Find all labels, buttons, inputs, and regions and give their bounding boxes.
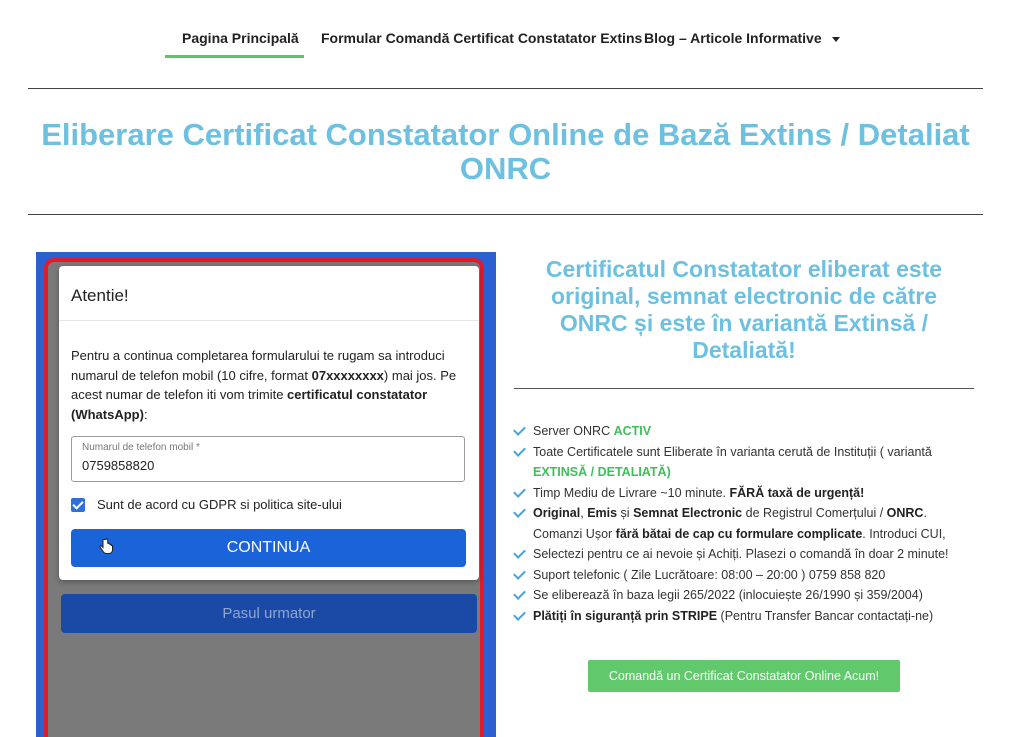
list-item: Server ONRC ACTIV bbox=[513, 421, 964, 442]
list-item: Plătiți în siguranță prin STRIPE (Pentru… bbox=[513, 606, 964, 627]
list-item: Toate Certificatele sunt Eliberate în va… bbox=[513, 442, 964, 483]
page-title-line1: Eliberare Certificat Constatator Online … bbox=[41, 117, 970, 152]
list-item: Original, Emis și Semnat Electronic de R… bbox=[513, 503, 964, 544]
checkmark-icon bbox=[513, 443, 526, 457]
feature-text: Se eliberează în baza legii 265/2022 (in… bbox=[533, 588, 923, 602]
checkmark-icon bbox=[513, 505, 526, 518]
phone-format: 07xxxxxxxx bbox=[311, 367, 384, 383]
feature-list: Server ONRC ACTIV Toate Certificatele su… bbox=[513, 421, 964, 627]
feature-text: Timp Mediu de Livrare ~10 minute. bbox=[533, 485, 730, 500]
divider bbox=[28, 214, 983, 215]
feature-bold: Semnat Electronic bbox=[633, 506, 743, 520]
nav-active-indicator bbox=[165, 55, 304, 58]
server-status: ACTIV bbox=[613, 424, 652, 438]
modal-header: Atentie! bbox=[59, 266, 479, 321]
feature-text: (Pentru Transfer Bancar contactați-ne) bbox=[717, 608, 934, 623]
list-item: Se eliberează în baza legii 265/2022 (in… bbox=[513, 585, 964, 606]
checkmark-icon bbox=[513, 484, 526, 498]
checkmark-icon bbox=[513, 587, 526, 600]
feature-text: Selectezi pentru ce ai nevoie și Achiți.… bbox=[533, 547, 949, 561]
phone-modal: Atentie! Pentru a continua completarea f… bbox=[59, 266, 479, 580]
list-item: Suport telefonic ( Zile Lucrătoare: 08:0… bbox=[513, 565, 964, 586]
continue-button[interactable]: CONTINUA bbox=[71, 529, 466, 567]
nav-item-blog-label: Blog – Articole Informative bbox=[644, 30, 822, 46]
feature-bold: FĂRĂ taxă de urgență! bbox=[729, 485, 865, 500]
feature-text: de Registrul Comerțului / bbox=[742, 506, 887, 520]
feature-highlight: EXTINSĂ / DETALIATĂ) bbox=[533, 465, 671, 479]
modal-title: Atentie! bbox=[71, 286, 129, 305]
divider bbox=[514, 388, 974, 389]
feature-text: Suport telefonic ( Zile Lucrătoare: 08:0… bbox=[533, 567, 886, 582]
order-now-button[interactable]: Comandă un Certificat Constatator Online… bbox=[588, 660, 900, 692]
feature-bold: Original bbox=[533, 506, 581, 520]
nav-item-order-form[interactable]: Formular Comandă Certificat Constatator … bbox=[321, 30, 642, 46]
nav-item-blog[interactable]: Blog – Articole Informative bbox=[644, 30, 840, 46]
gdpr-consent-label[interactable]: Sunt de acord cu GDPR si politica site-u… bbox=[97, 497, 342, 512]
page-title: Eliberare Certificat Constatator Online … bbox=[28, 118, 983, 186]
checkmark-icon bbox=[513, 566, 526, 580]
feature-bold: Plătiți în siguranță prin STRIPE bbox=[533, 608, 718, 623]
feature-bold: Emis bbox=[587, 506, 618, 520]
checkmark-icon bbox=[72, 498, 84, 510]
feature-text: Server ONRC bbox=[533, 424, 614, 438]
feature-bold: fără bătai de cap cu formulare complicat… bbox=[615, 526, 863, 541]
feature-text: și bbox=[617, 506, 634, 520]
checkbox-icon[interactable] bbox=[71, 498, 85, 512]
checkmark-icon bbox=[513, 546, 526, 559]
nav-item-home[interactable]: Pagina Principală bbox=[182, 30, 299, 46]
hand-cursor-icon bbox=[99, 538, 113, 554]
checkmark-icon bbox=[513, 423, 526, 436]
list-item: Timp Mediu de Livrare ~10 minute. FĂRĂ t… bbox=[513, 483, 964, 504]
phone-field[interactable]: Numarul de telefon mobil * bbox=[71, 436, 465, 482]
feature-text: Toate Certificatele sunt Eliberate în va… bbox=[533, 444, 932, 459]
list-item: Selectezi pentru ce ai nevoie și Achiți.… bbox=[513, 544, 964, 565]
feature-bold: ONRC bbox=[886, 506, 924, 520]
phone-field-label: Numarul de telefon mobil * bbox=[82, 442, 200, 453]
feature-text: . Introduci CUI, bbox=[862, 526, 946, 541]
phone-input[interactable] bbox=[82, 458, 452, 473]
section-title: Certificatul Constatator eliberat este o… bbox=[545, 256, 943, 363]
main-navigation: Pagina Principală Formular Comandă Certi… bbox=[0, 0, 1024, 60]
modal-text-part: : bbox=[143, 406, 148, 422]
modal-message: Pentru a continua completarea formularul… bbox=[71, 346, 467, 424]
checkmark-icon bbox=[513, 607, 526, 621]
chevron-down-icon[interactable] bbox=[831, 36, 840, 42]
divider bbox=[28, 88, 983, 89]
page-title-line2: ONRC bbox=[459, 151, 552, 186]
next-step-button[interactable]: Pasul urmator bbox=[61, 594, 477, 633]
